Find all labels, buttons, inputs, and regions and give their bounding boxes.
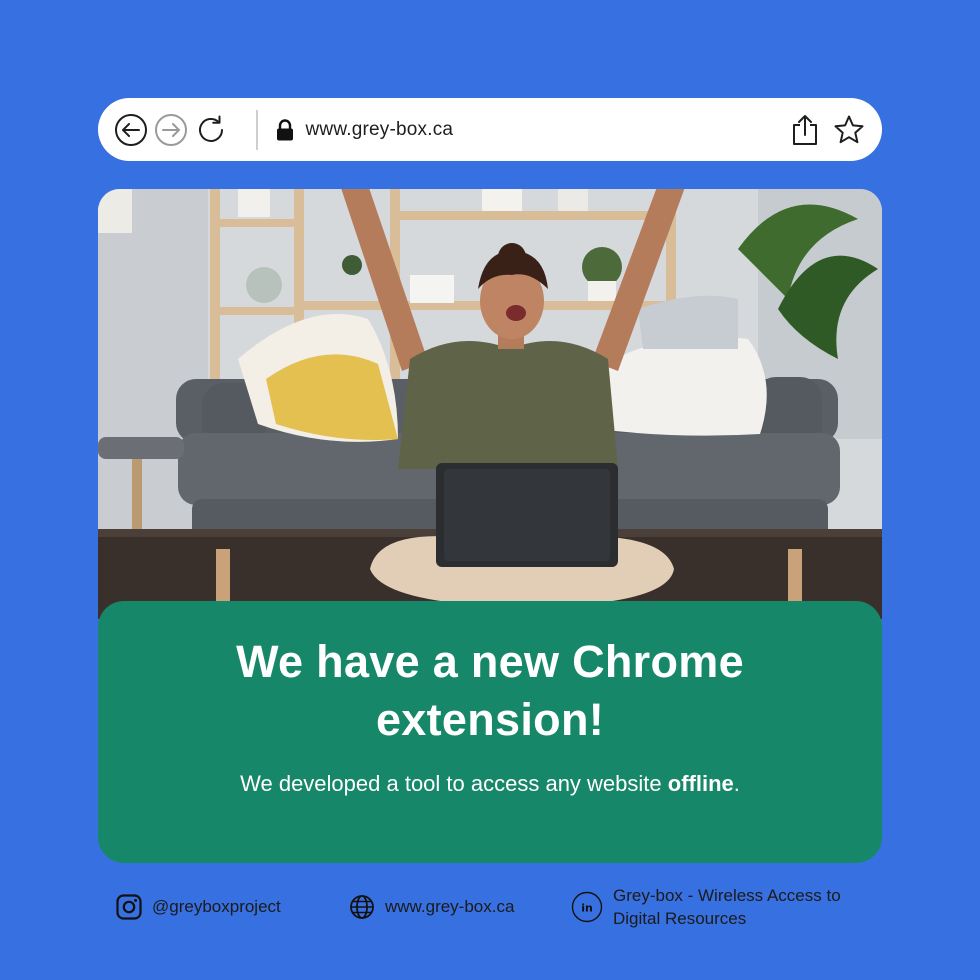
subtext-lead: We developed a tool to access any websit… [240,771,668,796]
linkedin-line-2: Digital Resources [613,909,747,928]
back-button[interactable] [114,113,148,147]
bookmark-button[interactable] [832,113,866,147]
forward-button[interactable] [154,113,188,147]
bar-divider [256,109,258,150]
instagram-handle[interactable]: @greyboxproject [116,894,281,920]
linkedin-line-1: Grey-box - Wireless Access to [613,886,841,905]
website-text: www.grey-box.ca [385,897,515,916]
instagram-text: @greyboxproject [152,897,281,916]
url-text[interactable]: www.grey-box.ca [306,119,454,141]
svg-text:in: in [581,902,593,915]
reload-button[interactable] [194,113,228,147]
globe-icon [349,894,375,920]
website-link[interactable]: www.grey-box.ca [349,894,514,920]
subtext-bold: offline [667,771,734,796]
share-icon [793,114,817,145]
linkedin-link[interactable]: in Grey-box - Wireless Access to Digital… [571,884,841,930]
subtext-tail: . [733,771,740,796]
share-button[interactable] [788,113,822,147]
star-icon [834,115,864,143]
headline: We have a new Chrome extension! [236,636,744,745]
reload-icon [199,115,223,142]
browser-address-bar: www.grey-box.ca [98,98,882,161]
instagram-icon [116,894,142,920]
hero-photo [98,189,882,619]
subtext: We developed a tool to access any websit… [98,769,882,799]
forward-arrow-icon [155,113,187,146]
linkedin-icon: in [571,891,603,923]
lock-icon [276,118,296,141]
back-arrow-icon [115,113,147,146]
announcement-card: We have a new Chrome extension! We devel… [98,601,882,863]
